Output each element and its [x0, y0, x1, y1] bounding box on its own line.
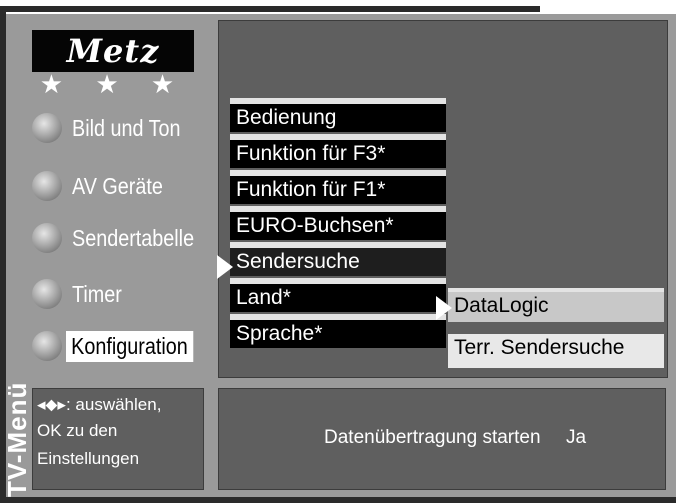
navigation-arrows-icon: ◂⬥▸	[37, 395, 66, 414]
menu-item-bild-und-ton[interactable]: Bild und Ton	[32, 110, 198, 146]
logo-box: Metz	[32, 30, 194, 72]
selection-arrow-icon	[217, 255, 233, 279]
submenu-item-funktion-f3[interactable]: Funktion für F3*	[230, 134, 446, 168]
subsubmenu-item-label: DataLogic	[454, 294, 549, 317]
top-border	[0, 0, 676, 14]
help-select-text: : auswählen,	[65, 395, 162, 414]
subsubmenu-item-datalogic[interactable]: DataLogic	[448, 288, 664, 322]
bullet-icon	[32, 171, 62, 201]
menu-item-label: Sendertabelle	[72, 224, 195, 251]
help-box: ◂⬥▸: auswählen, OK zu den Einstellungen	[32, 388, 204, 490]
submenu-item-label: Funktion für F3*	[236, 142, 386, 165]
menu-item-konfiguration[interactable]: Konfiguration	[32, 328, 214, 364]
help-line-2: OK zu den	[37, 421, 118, 440]
submenu-item-label: EURO-Buchsen*	[236, 214, 394, 237]
status-box: Datenübertragung starten Ja	[218, 388, 666, 490]
submenu-item-funktion-f1[interactable]: Funktion für F1*	[230, 170, 446, 204]
submenu-item-label: Funktion für F1*	[236, 178, 386, 201]
submenu-item-euro-buchsen[interactable]: EURO-Buchsen*	[230, 206, 446, 240]
submenu-item-label: Bedienung	[236, 106, 337, 129]
bullet-icon	[32, 279, 62, 309]
submenu-item-bedienung[interactable]: Bedienung	[230, 98, 446, 132]
menu-item-label: AV Geräte	[72, 172, 163, 199]
menu-item-timer[interactable]: Timer	[32, 276, 130, 312]
bullet-icon	[32, 331, 62, 361]
help-line-3: Einstellungen	[37, 449, 140, 468]
logo-stars: ★ ★ ★	[39, 70, 187, 100]
status-text: Datenübertragung starten	[324, 427, 541, 448]
status-value[interactable]: Ja	[566, 427, 586, 449]
metz-logo: Metz ★ ★ ★	[32, 30, 194, 100]
menu-item-av-geraete[interactable]: AV Geräte	[32, 168, 178, 204]
submenu-item-land[interactable]: Land*	[230, 278, 446, 312]
menu-item-label: Bild und Ton	[72, 114, 181, 141]
submenu-item-label: Land*	[236, 286, 291, 309]
bottom-border	[0, 497, 676, 503]
subsubmenu-item-terr-sendersuche[interactable]: Terr. Sendersuche	[448, 334, 664, 368]
menu-item-sendertabelle[interactable]: Sendertabelle	[32, 220, 214, 256]
submenu-item-sprache[interactable]: Sprache*	[230, 314, 446, 348]
subsubmenu-item-label: Terr. Sendersuche	[454, 336, 625, 359]
bullet-icon	[32, 223, 62, 253]
menu-item-label: Timer	[72, 280, 122, 307]
tv-menu-vertical-label: TV-Menü	[2, 381, 32, 497]
menu-item-label: Konfiguration	[66, 330, 193, 362]
top-border-line	[0, 6, 540, 12]
submenu-item-sendersuche[interactable]: Sendersuche	[230, 242, 446, 276]
help-line-1: ◂⬥▸: auswählen,	[37, 395, 161, 415]
submenu-item-label: Sendersuche	[236, 250, 360, 273]
bullet-icon	[32, 113, 62, 143]
selection-arrow-icon	[436, 296, 452, 320]
logo-brand: Metz	[66, 32, 160, 70]
submenu-item-label: Sprache*	[236, 322, 323, 345]
